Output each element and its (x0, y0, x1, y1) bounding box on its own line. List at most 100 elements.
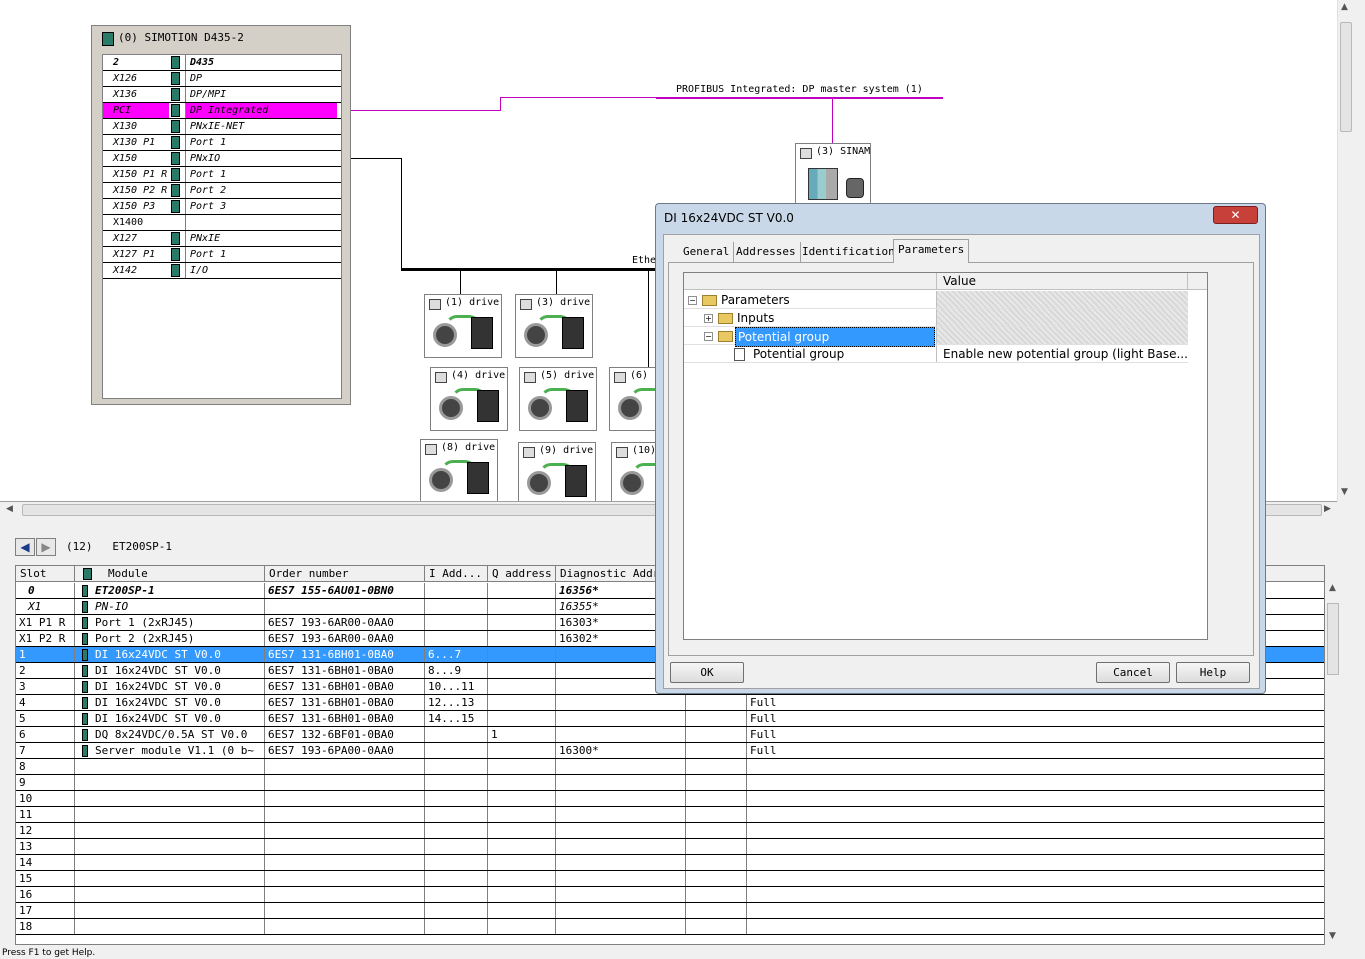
table-cell-iaddr[interactable] (425, 887, 488, 902)
table-cell-module[interactable] (75, 759, 265, 774)
rack-row[interactable]: 2 D435 (103, 55, 341, 71)
table-cell-slot[interactable]: X1 P2 R (16, 631, 75, 646)
table-cell-extra[interactable] (747, 919, 1324, 934)
scroll-up-icon[interactable]: ▲ (1341, 2, 1348, 12)
table-cell-diag[interactable] (556, 807, 686, 822)
scroll-down-icon[interactable]: ▼ (1341, 487, 1348, 497)
table-cell-iaddr[interactable] (425, 631, 488, 646)
table-cell-order[interactable]: 6ES7 193-6AR00-0AA0 (265, 631, 425, 646)
table-row[interactable]: 14 (16, 855, 1324, 871)
table-cell-order[interactable] (265, 855, 425, 870)
column-header-order[interactable]: Order number (265, 566, 425, 582)
table-cell-diag[interactable] (556, 887, 686, 902)
table-cell-module[interactable] (75, 823, 265, 838)
table-row[interactable]: 12 (16, 823, 1324, 839)
table-cell-iaddr[interactable]: 6...7 (425, 647, 488, 662)
table-cell-diag[interactable] (556, 759, 686, 774)
table-cell-qaddr[interactable] (488, 775, 556, 790)
table-cell-module[interactable] (75, 887, 265, 902)
table-cell-module[interactable]: ET200SP-1 (75, 583, 265, 598)
table-row[interactable]: 10 (16, 791, 1324, 807)
table-cell-diag[interactable] (556, 919, 686, 934)
table-cell-extra2[interactable] (686, 887, 747, 902)
table-cell-module[interactable] (75, 855, 265, 870)
sinamics-device[interactable]: (3) SINAM (795, 143, 871, 205)
table-cell-module[interactable]: DQ 8x24VDC/0.5A ST V0.0 (75, 727, 265, 742)
table-cell-qaddr[interactable] (488, 823, 556, 838)
tree-node-parameters[interactable]: − Parameters (684, 291, 1188, 309)
drive-node-3[interactable]: (3) drive (515, 294, 593, 358)
collapse-icon[interactable]: − (688, 296, 697, 305)
table-cell-diag[interactable]: 16300* (556, 743, 686, 758)
table-cell-qaddr[interactable] (488, 807, 556, 822)
table-cell-module[interactable]: PN-IO (75, 599, 265, 614)
table-cell-diag[interactable] (556, 727, 686, 742)
table-cell-extra[interactable]: Full (747, 743, 1324, 758)
table-cell-diag[interactable] (556, 695, 686, 710)
table-cell-slot[interactable]: 15 (16, 871, 75, 886)
table-cell-module[interactable]: Port 1 (2xRJ45) (75, 615, 265, 630)
table-cell-slot[interactable]: 16 (16, 887, 75, 902)
rack-row-selected[interactable]: PCI DP Integrated (103, 103, 341, 119)
table-vertical-scrollbar[interactable]: ▲ ▼ (1325, 581, 1342, 945)
table-cell-extra2[interactable] (686, 839, 747, 854)
table-cell-qaddr[interactable] (488, 583, 556, 598)
rack-row[interactable]: X127 P1 Port 1 (103, 247, 341, 263)
scroll-up-icon[interactable]: ▲ (1329, 583, 1336, 593)
scroll-right-icon[interactable]: ▶ (1324, 504, 1331, 514)
table-row[interactable]: 17 (16, 903, 1324, 919)
table-cell-extra2[interactable] (686, 759, 747, 774)
table-cell-qaddr[interactable]: 1 (488, 727, 556, 742)
table-cell-slot[interactable]: 1 (16, 647, 75, 662)
table-cell-iaddr[interactable] (425, 583, 488, 598)
table-cell-extra[interactable]: Full (747, 727, 1324, 742)
table-cell-order[interactable] (265, 871, 425, 886)
table-cell-slot[interactable]: 17 (16, 903, 75, 918)
table-cell-iaddr[interactable] (425, 903, 488, 918)
table-cell-order[interactable] (265, 903, 425, 918)
table-cell-extra2[interactable] (686, 695, 747, 710)
table-cell-extra[interactable] (747, 839, 1324, 854)
table-cell-slot[interactable]: 10 (16, 791, 75, 806)
table-cell-order[interactable]: 6ES7 193-6AR00-0AA0 (265, 615, 425, 630)
drive-node-1[interactable]: (1) drive (424, 294, 502, 358)
table-cell-slot[interactable]: 13 (16, 839, 75, 854)
properties-dialog[interactable]: DI 16x24VDC ST V0.0 ✕ General Addresses … (655, 203, 1266, 694)
table-cell-extra[interactable] (747, 791, 1324, 806)
table-cell-order[interactable] (265, 887, 425, 902)
table-cell-iaddr[interactable] (425, 855, 488, 870)
table-cell-extra[interactable] (747, 871, 1324, 886)
table-cell-iaddr[interactable]: 14...15 (425, 711, 488, 726)
table-cell-module[interactable] (75, 871, 265, 886)
table-cell-slot[interactable]: 0 (16, 583, 75, 598)
table-cell-extra2[interactable] (686, 727, 747, 742)
table-cell-module[interactable] (75, 791, 265, 806)
scrollbar-thumb[interactable] (1340, 22, 1352, 132)
table-cell-extra[interactable]: Full (747, 711, 1324, 726)
table-cell-order[interactable] (265, 823, 425, 838)
table-cell-extra[interactable]: Full (747, 695, 1324, 710)
table-cell-extra[interactable] (747, 775, 1324, 790)
table-cell-qaddr[interactable] (488, 855, 556, 870)
scrollbar-thumb[interactable] (1327, 603, 1339, 675)
cancel-button[interactable]: Cancel (1096, 662, 1170, 683)
drive-node-9[interactable]: (9) drive (518, 442, 596, 501)
table-cell-order[interactable]: 6ES7 155-6AU01-0BN0 (265, 583, 425, 598)
table-row[interactable]: 11 (16, 807, 1324, 823)
table-cell-iaddr[interactable]: 12...13 (425, 695, 488, 710)
table-cell-qaddr[interactable] (488, 711, 556, 726)
table-cell-qaddr[interactable] (488, 871, 556, 886)
table-cell-slot[interactable]: 18 (16, 919, 75, 934)
table-row[interactable]: 7 Server module V1.1 (0 b~ 6ES7 193-6PA00-… (16, 743, 1324, 759)
table-cell-order[interactable] (265, 759, 425, 774)
table-cell-extra2[interactable] (686, 903, 747, 918)
table-row[interactable]: 4 DI 16x24VDC ST V0.0 6ES7 131-6BH01-0BA0 1… (16, 695, 1324, 711)
table-cell-extra[interactable] (747, 887, 1324, 902)
column-header-slot[interactable]: Slot (16, 566, 75, 582)
rack-row[interactable]: X127 PNxIE (103, 231, 341, 247)
table-cell-qaddr[interactable] (488, 759, 556, 774)
table-cell-iaddr[interactable] (425, 919, 488, 934)
table-cell-qaddr[interactable] (488, 631, 556, 646)
table-cell-iaddr[interactable]: 8...9 (425, 663, 488, 678)
table-row[interactable]: 5 DI 16x24VDC ST V0.0 6ES7 131-6BH01-0BA0 1… (16, 711, 1324, 727)
